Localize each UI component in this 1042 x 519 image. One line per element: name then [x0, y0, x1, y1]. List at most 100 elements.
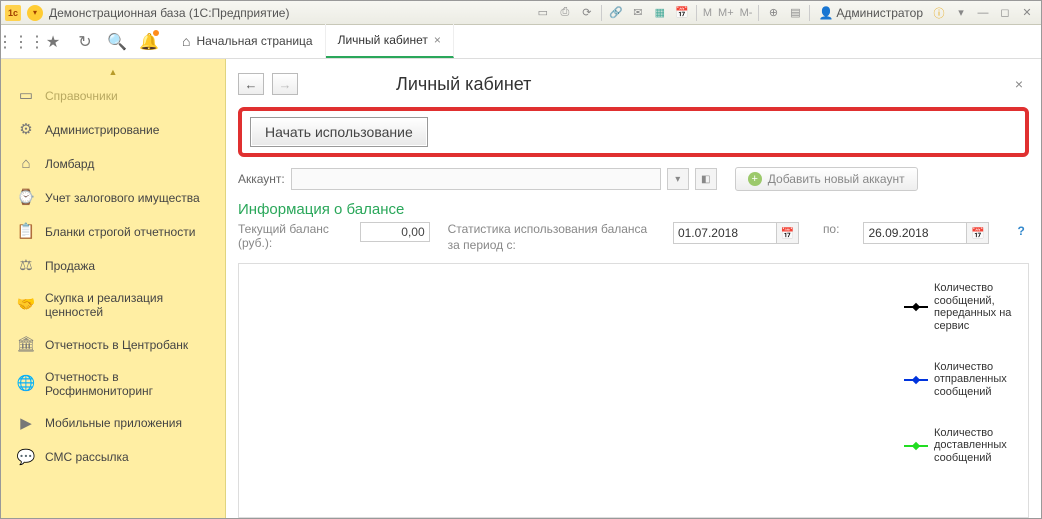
- sidebar-scroll-up[interactable]: ▲: [1, 67, 225, 79]
- bell-icon[interactable]: 🔔: [133, 25, 165, 59]
- apps-icon[interactable]: ⋮⋮⋮: [5, 25, 37, 59]
- sidebar-item-admin[interactable]: ⚙ Администрирование: [1, 113, 225, 147]
- save-icon[interactable]: ▭: [533, 4, 553, 22]
- sidebar-item-label: Продажа: [45, 259, 95, 273]
- date-from-picker-icon[interactable]: 📅: [777, 222, 799, 244]
- history-icon[interactable]: ↻: [69, 25, 101, 59]
- dropdown-icon[interactable]: ▾: [951, 4, 971, 22]
- reload-icon[interactable]: ⟳: [577, 4, 597, 22]
- legend-label: Количество сообщений, переданных на серв…: [934, 282, 1022, 333]
- plus-icon: +: [748, 172, 762, 186]
- sidebar-item-label: Мобильные приложения: [45, 416, 182, 430]
- tab-close-icon[interactable]: ×: [434, 33, 441, 47]
- balance-row: Текущий баланс (руб.): Статистика исполь…: [238, 222, 1029, 253]
- help-button[interactable]: ?: [1013, 222, 1029, 240]
- toolbar-icons: ⋮⋮⋮ ★ ↻ 🔍 🔔: [1, 25, 170, 58]
- account-label: Аккаунт:: [238, 172, 285, 186]
- account-input[interactable]: [291, 168, 661, 190]
- sidebar-item-sms[interactable]: 💬 СМС рассылка: [1, 441, 225, 475]
- user-name: Администратор: [836, 6, 923, 20]
- nav-forward-button[interactable]: →: [272, 73, 298, 95]
- balance-section-title: Информация о балансе: [238, 201, 1029, 218]
- legend-label: Количество отправленных сообщений: [934, 361, 1022, 399]
- scale-icon: ⚖: [17, 257, 35, 275]
- calc-icon[interactable]: ▦: [650, 4, 670, 22]
- add-account-button[interactable]: + Добавить новый аккаунт: [735, 167, 918, 191]
- sidebar-item-lombard[interactable]: ⌂ Ломбард: [1, 147, 225, 181]
- clipboard-icon: 📋: [17, 223, 35, 241]
- sidebar-item-label: Учет залогового имущества: [45, 191, 200, 205]
- sidebar-item-rosfin[interactable]: 🌐 Отчетность в Росфинмониторинг: [1, 362, 225, 407]
- close-window-button[interactable]: ✕: [1017, 4, 1037, 22]
- tab-home[interactable]: ⌂ Начальная страница: [170, 24, 326, 58]
- home-icon: ⌂: [182, 33, 190, 49]
- gear-icon: ⚙: [17, 121, 35, 139]
- mminus-button[interactable]: M-: [738, 4, 755, 22]
- envelope-icon[interactable]: ✉: [628, 4, 648, 22]
- house-icon: ⌂: [17, 155, 35, 173]
- maximize-button[interactable]: ◻: [995, 4, 1015, 22]
- account-dropdown-button[interactable]: ▾: [667, 168, 689, 190]
- sidebar-item-forms[interactable]: 📋 Бланки строгой отчетности: [1, 215, 225, 249]
- legend-marker-black: [904, 306, 928, 308]
- mplus-button[interactable]: M+: [716, 4, 736, 22]
- page-close-button[interactable]: ×: [1009, 76, 1029, 92]
- sidebar-item-sale[interactable]: ⚖ Продажа: [1, 249, 225, 283]
- zoom-icon[interactable]: ⊕: [763, 4, 783, 22]
- date-to-picker-icon[interactable]: 📅: [967, 222, 989, 244]
- sidebar-item-label: Справочники: [45, 89, 118, 103]
- app-menu-dropdown[interactable]: ▾: [27, 5, 43, 21]
- tabs-row: ⌂ Начальная страница Личный кабинет ×: [170, 25, 454, 58]
- search-icon[interactable]: 🔍: [101, 25, 133, 59]
- minimize-button[interactable]: —: [973, 4, 993, 22]
- po-label: по:: [817, 222, 846, 236]
- date-from-input[interactable]: [673, 222, 777, 244]
- legend-marker-green: [904, 445, 928, 447]
- chart-area: Количество сообщений, переданных на серв…: [238, 263, 1029, 518]
- page-header: ← → Личный кабинет ×: [238, 67, 1029, 101]
- star-icon[interactable]: ★: [37, 25, 69, 59]
- sidebar-item-buying[interactable]: 🤝 Скупка и реализация ценностей: [1, 283, 225, 328]
- sidebar-item-label: Администрирование: [45, 123, 159, 137]
- date-to-input[interactable]: [863, 222, 967, 244]
- m-button[interactable]: M: [701, 4, 714, 22]
- info-icon[interactable]: ⓘ: [929, 4, 949, 22]
- sidebar-item-directories[interactable]: ▭ Справочники: [1, 79, 225, 113]
- chart-legend: Количество сообщений, переданных на серв…: [898, 264, 1028, 517]
- folder-icon: ▭: [17, 87, 35, 105]
- sidebar-item-label: Ломбард: [45, 157, 94, 171]
- current-balance-value[interactable]: [360, 222, 430, 242]
- chart-canvas: [239, 264, 898, 517]
- sidebar-item-label: Отчетность в Росфинмониторинг: [45, 370, 213, 399]
- print-icon[interactable]: ⎙: [555, 4, 575, 22]
- grid-icon[interactable]: ▤: [785, 4, 805, 22]
- sidebar-item-label: Отчетность в Центробанк: [45, 338, 188, 352]
- link-icon[interactable]: 🔗: [606, 4, 626, 22]
- main-toolbar: ⋮⋮⋮ ★ ↻ 🔍 🔔 ⌂ Начальная страница Личный …: [1, 25, 1041, 59]
- calendar-icon[interactable]: 📅: [672, 4, 692, 22]
- play-icon: ▶: [17, 415, 35, 433]
- legend-item-2: Количество отправленных сообщений: [904, 361, 1022, 399]
- legend-item-1: Количество сообщений, переданных на серв…: [904, 282, 1022, 333]
- account-open-button[interactable]: ◧: [695, 168, 717, 190]
- globe-icon: 🌐: [17, 375, 35, 393]
- legend-item-3: Количество доставленных сообщений: [904, 427, 1022, 465]
- titlebar: 1c ▾ Демонстрационная база (1С:Предприят…: [1, 1, 1041, 25]
- nav-back-button[interactable]: ←: [238, 73, 264, 95]
- sidebar-item-collateral[interactable]: ⌚ Учет залогового имущества: [1, 181, 225, 215]
- user-icon: 👤: [818, 6, 833, 20]
- chat-icon: 💬: [17, 449, 35, 467]
- app-window: 1c ▾ Демонстрационная база (1С:Предприят…: [0, 0, 1042, 519]
- add-account-label: Добавить новый аккаунт: [768, 172, 905, 186]
- tab-home-label: Начальная страница: [196, 34, 312, 48]
- legend-marker-blue: [904, 379, 928, 381]
- sidebar-item-label: Скупка и реализация ценностей: [45, 291, 213, 320]
- account-row: Аккаунт: ▾ ◧ + Добавить новый аккаунт: [238, 167, 1029, 191]
- sidebar-item-centrobank[interactable]: 🏛 Отчетность в Центробанк: [1, 328, 225, 362]
- sidebar-item-mobile[interactable]: ▶ Мобильные приложения: [1, 407, 225, 441]
- current-user[interactable]: 👤 Администратор: [814, 6, 927, 20]
- legend-label: Количество доставленных сообщений: [934, 427, 1022, 465]
- start-usage-button[interactable]: Начать использование: [250, 117, 428, 147]
- tab-personal-cabinet[interactable]: Личный кабинет ×: [326, 24, 454, 58]
- highlight-frame: Начать использование: [238, 107, 1029, 157]
